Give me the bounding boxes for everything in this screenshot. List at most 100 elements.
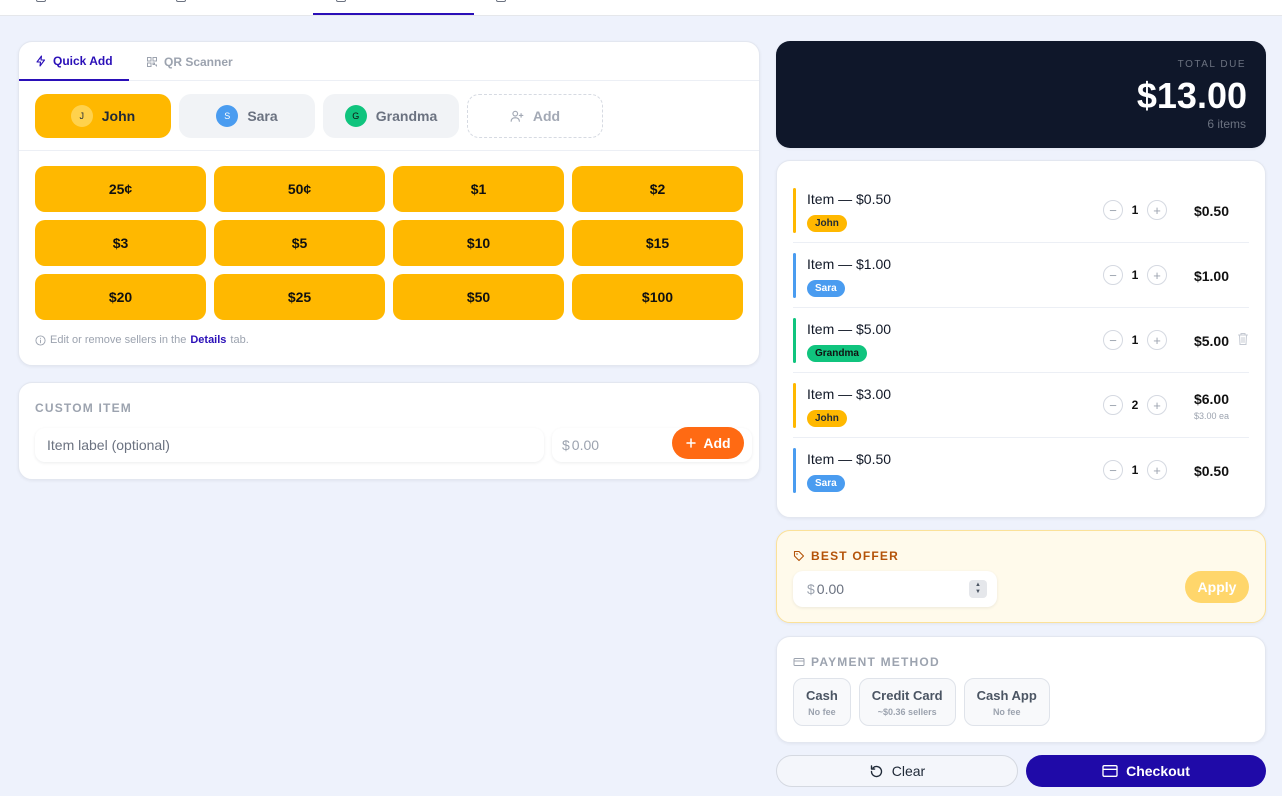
quantity-value: 1	[1131, 333, 1139, 347]
amount-button[interactable]: $2	[572, 166, 743, 212]
nav-tab-icon[interactable]	[176, 0, 186, 2]
avatar: J	[70, 105, 93, 127]
best-offer-card: BEST OFFER $ 0.00 ▲ ▼ Apply	[776, 530, 1266, 623]
tab-quick-add-label: Quick Add	[53, 53, 113, 68]
decrease-button[interactable]: −	[1103, 395, 1123, 415]
apply-offer-button[interactable]: Apply	[1185, 571, 1249, 603]
payment-option-cash[interactable]: Cash No fee	[793, 678, 851, 726]
trash-icon[interactable]	[1237, 332, 1249, 346]
cart-item-price: $6.00	[1193, 391, 1229, 407]
seller-badge: Sara	[807, 475, 845, 492]
clear-button[interactable]: Clear	[776, 755, 1018, 787]
cart-item-price: $0.50	[1193, 463, 1229, 479]
offer-placeholder: 0.00	[816, 581, 845, 597]
tab-quick-add[interactable]: Quick Add	[19, 42, 129, 81]
payment-option-fee: No fee	[808, 706, 836, 717]
payment-option-label: Credit Card	[871, 687, 943, 703]
number-stepper[interactable]: ▲ ▼	[969, 580, 987, 598]
card-icon	[1102, 765, 1118, 777]
seller-badge: John	[807, 215, 847, 232]
add-seller-button[interactable]: Add	[467, 94, 603, 138]
add-user-icon	[510, 110, 524, 122]
cart-item: Item — $0.50 John −1 + $0.50	[793, 178, 1249, 243]
amount-button[interactable]: $25	[214, 274, 385, 320]
amount-button[interactable]: $15	[572, 220, 743, 266]
plus-icon	[686, 438, 697, 448]
payment-option-label: Cash	[806, 687, 838, 703]
payment-method-card: PAYMENT METHOD Cash No fee Credit Card ~$0.…	[776, 636, 1266, 743]
decrease-button[interactable]: −	[1103, 200, 1123, 220]
cart-item-price: $0.50	[1193, 203, 1229, 219]
amount-button[interactable]: $20	[35, 274, 206, 320]
offer-currency: $	[807, 581, 815, 597]
cart-item: Item — $3.00 John −2 + $6.00 $3.00 ea	[793, 373, 1249, 438]
amount-buttons: 25¢ 50¢ $1 $2 $3 $5 $10 $15 $20 $25 $50 $100	[35, 166, 743, 320]
total-amount: $13.00	[1136, 75, 1247, 116]
info-icon	[35, 334, 46, 346]
tab-qr-scanner[interactable]: QR Scanner	[130, 42, 249, 81]
increase-button[interactable]: +	[1147, 330, 1167, 350]
checkout-button[interactable]: Checkout	[1026, 755, 1266, 787]
nav-tab-icon[interactable]	[496, 0, 506, 2]
amount-button[interactable]: $1	[393, 166, 564, 212]
quantity-stepper: −1 +	[1103, 460, 1167, 480]
total-label: TOTAL DUE	[1177, 59, 1246, 70]
divider	[19, 150, 759, 151]
add-seller-label: Add	[532, 108, 561, 124]
seller-badge: Sara	[807, 280, 845, 297]
cart-item: Item — $1.00 Sara −1 + $1.00	[793, 243, 1249, 308]
hint-text: Edit or remove sellers in the	[50, 334, 187, 346]
details-link[interactable]: Details	[190, 334, 226, 346]
payment-method-heading: PAYMENT METHOD	[793, 655, 940, 669]
card-icon	[793, 658, 805, 666]
amount-button[interactable]: 25¢	[35, 166, 206, 212]
tag-icon	[793, 550, 805, 562]
quantity-value: 1	[1131, 203, 1139, 217]
item-label-input[interactable]: Item label (optional)	[35, 428, 544, 462]
amount-button[interactable]: $5	[214, 220, 385, 266]
cart-item-name: Item — $1.00	[807, 256, 892, 272]
best-offer-title: BEST OFFER	[811, 549, 900, 563]
top-nav	[0, 0, 1282, 16]
amount-button[interactable]: $10	[393, 220, 564, 266]
quantity-stepper: −1 +	[1103, 265, 1167, 285]
seller-color-bar	[793, 383, 796, 428]
seller-badge: Grandma	[807, 345, 867, 362]
price-placeholder: 0.00	[571, 437, 600, 453]
increase-button[interactable]: +	[1147, 200, 1167, 220]
cart-item-name: Item — $3.00	[807, 386, 892, 402]
seller-color-bar	[793, 448, 796, 493]
decrease-button[interactable]: −	[1103, 265, 1123, 285]
currency-symbol: $	[562, 437, 570, 453]
cart-item-name: Item — $0.50	[807, 191, 892, 207]
payment-option-cash-app[interactable]: Cash App No fee	[963, 678, 1050, 726]
add-custom-item-button[interactable]: Add	[672, 427, 744, 459]
nav-tab-icon[interactable]	[36, 0, 46, 2]
nav-tab-icon[interactable]	[336, 0, 346, 2]
clear-label: Clear	[891, 763, 926, 779]
decrease-button[interactable]: −	[1103, 460, 1123, 480]
amount-button[interactable]: $3	[35, 220, 206, 266]
tab-qr-scanner-label: QR Scanner	[164, 54, 233, 69]
custom-item-title: CUSTOM ITEM	[35, 401, 132, 415]
seller-color-bar	[793, 253, 796, 298]
increase-button[interactable]: +	[1147, 265, 1167, 285]
cart-item: Item — $5.00 Grandma −1 + $5.00	[793, 308, 1249, 373]
total-due-panel: TOTAL DUE $13.00 6 items	[776, 41, 1266, 148]
amount-button[interactable]: 50¢	[214, 166, 385, 212]
increase-button[interactable]: +	[1147, 395, 1167, 415]
increase-button[interactable]: +	[1147, 460, 1167, 480]
decrease-button[interactable]: −	[1103, 330, 1123, 350]
amount-button[interactable]: $100	[572, 274, 743, 320]
qr-code-icon	[147, 56, 157, 67]
best-offer-input[interactable]: $ 0.00 ▲ ▼	[793, 571, 997, 607]
payment-option-credit-card[interactable]: Credit Card ~$0.36 sellers	[858, 678, 956, 726]
seller-chip-sara[interactable]: S Sara	[179, 94, 315, 138]
quick-add-card: Quick Add QR Scanner J John S Sara G Grandma A…	[18, 41, 760, 366]
amount-button[interactable]: $50	[393, 274, 564, 320]
seller-color-bar	[793, 318, 796, 363]
seller-chip-john[interactable]: J John	[35, 94, 171, 138]
unit-price: $3.00 ea	[1193, 411, 1229, 421]
seller-chip-grandma[interactable]: G Grandma	[323, 94, 459, 138]
cart-list: Item — $0.50 John −1 + $0.50 Item — $1.00 Sara…	[776, 160, 1266, 518]
